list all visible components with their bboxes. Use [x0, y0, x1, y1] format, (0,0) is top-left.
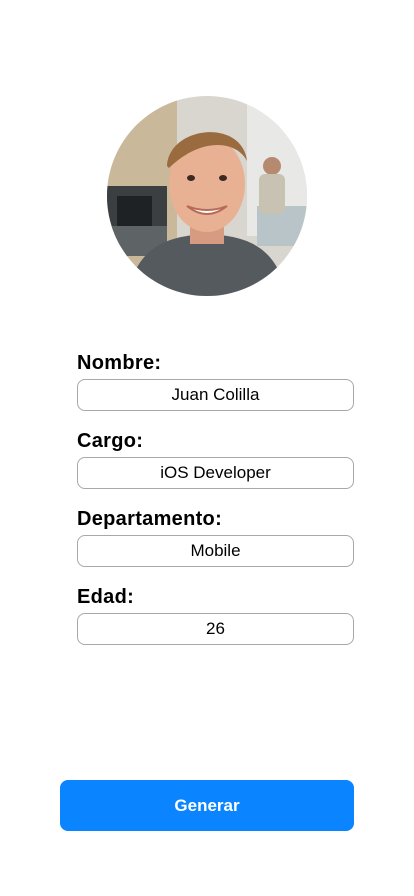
field-group-departamento: Departamento: [77, 505, 354, 583]
field-group-nombre: Nombre: [77, 349, 354, 427]
edad-input[interactable] [77, 613, 354, 645]
generate-button[interactable]: Generar [60, 780, 354, 831]
cargo-label: Cargo: [77, 430, 144, 452]
profile-avatar [107, 96, 307, 296]
field-group-cargo: Cargo: [77, 427, 354, 505]
nombre-input[interactable] [77, 379, 354, 411]
edad-label: Edad: [77, 586, 135, 608]
departamento-input[interactable] [77, 535, 354, 567]
employee-form: Nombre: Cargo: Departamento: Edad: [77, 349, 354, 661]
cargo-input[interactable] [77, 457, 354, 489]
field-group-edad: Edad: [77, 583, 354, 661]
avatar-photo [107, 96, 307, 296]
departamento-label: Departamento: [77, 508, 223, 530]
nombre-label: Nombre: [77, 352, 162, 374]
